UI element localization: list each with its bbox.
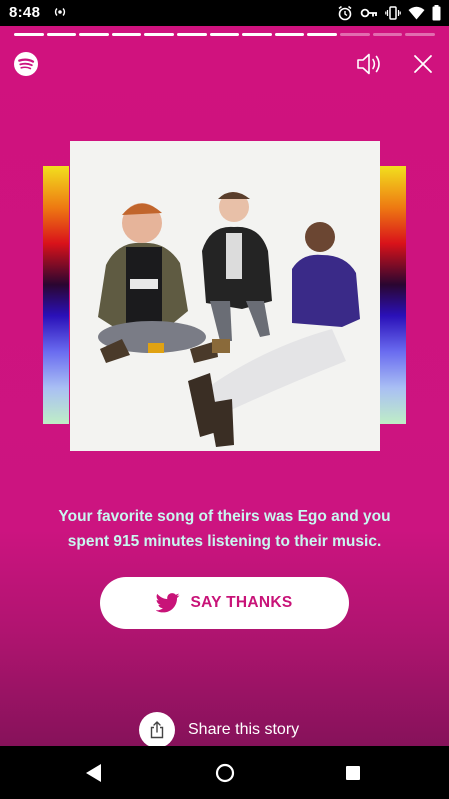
status-icons [337,4,441,22]
progress-segment [111,33,142,36]
home-icon[interactable] [215,763,235,783]
progress-segment [79,33,109,36]
share-story-button[interactable]: Share this story [139,712,299,748]
progress-segment [307,33,338,36]
wifi-icon [408,6,425,20]
share-icon-circle[interactable] [139,712,175,748]
progress-segment [46,33,77,36]
progress-segment [405,33,435,36]
story-progress-bar [14,33,435,36]
progress-segment [340,33,370,36]
share-story-label[interactable]: Share this story [188,721,299,739]
vpn-key-icon [360,8,377,18]
battery-icon [432,5,441,21]
recents-icon[interactable] [345,765,361,781]
story-text-line-2: spent 915 minutes listening to their mus… [67,533,382,550]
status-time: 8:48 [9,4,41,21]
back-icon[interactable] [84,763,102,783]
story-container[interactable]: Your favorite song of theirs was Ego and… [0,26,449,748]
volume-icon[interactable] [355,50,385,78]
navigation-bar [0,746,449,799]
artist-photo [70,141,380,451]
say-thanks-button[interactable]: SAY THANKS [100,577,349,629]
story-text-line-1: Your favorite song of theirs was Ego and… [58,508,391,525]
progress-segment [144,33,175,36]
gradient-bar-right [380,166,406,424]
progress-segment [177,33,207,36]
progress-segment [242,33,272,36]
story-description: Your favorite song of theirs was Ego and… [20,504,429,554]
gradient-bar-left [43,166,69,424]
progress-segment [209,33,240,36]
twitter-bird-icon [156,593,180,613]
close-icon[interactable] [411,52,435,76]
spotify-logo-icon [14,52,38,76]
say-thanks-label: SAY THANKS [190,594,293,611]
share-icon [150,721,164,739]
alarm-icon [338,5,352,21]
progress-segment [274,33,305,36]
progress-segment [372,33,403,36]
status-bar: 8:48 [0,0,449,26]
radio-icon [54,8,66,16]
vibrate-icon [385,6,401,20]
progress-segment [14,33,44,36]
